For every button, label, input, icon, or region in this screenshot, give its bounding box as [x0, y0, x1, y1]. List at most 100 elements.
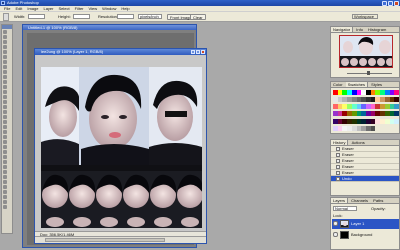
- tool-icon[interactable]: [3, 205, 7, 209]
- swatch[interactable]: [370, 125, 376, 131]
- tool-icon[interactable]: [3, 75, 7, 79]
- height-label: Height:: [58, 14, 71, 19]
- tab-layers[interactable]: Layers: [331, 198, 349, 203]
- window-title: Adobe Photoshop: [7, 0, 39, 5]
- doc-close-button[interactable]: [201, 50, 205, 54]
- tool-icon[interactable]: [3, 155, 7, 159]
- tool-icon[interactable]: [3, 150, 7, 154]
- tab-channels[interactable]: Channels: [349, 198, 370, 203]
- document-canvas-area[interactable]: [36, 55, 205, 231]
- menu-window[interactable]: Window: [102, 6, 116, 11]
- tab-paths[interactable]: Paths: [371, 198, 385, 203]
- tool-icon[interactable]: [3, 30, 7, 34]
- tool-icon[interactable]: [3, 170, 7, 174]
- tool-icon[interactable]: [3, 80, 7, 84]
- swatch[interactable]: [394, 97, 399, 103]
- tool-icon[interactable]: [3, 95, 7, 99]
- menu-image[interactable]: Image: [27, 6, 38, 11]
- menu-file[interactable]: File: [4, 6, 10, 11]
- units-select[interactable]: pixels/inch: [138, 14, 162, 19]
- tool-icon[interactable]: [3, 85, 7, 89]
- tool-icon[interactable]: [3, 140, 7, 144]
- photoshop-logo-icon: [1, 1, 5, 5]
- menu-view[interactable]: View: [89, 6, 98, 11]
- tool-icon[interactable]: [3, 110, 7, 114]
- options-bar: Width: Height: Resolution: pixels/inch F…: [0, 12, 400, 22]
- menu-edit[interactable]: Edit: [15, 6, 22, 11]
- tool-icon[interactable]: [3, 45, 7, 49]
- minimize-button[interactable]: [382, 0, 387, 6]
- menu-help[interactable]: Help: [121, 6, 129, 11]
- eye-icon[interactable]: [333, 221, 338, 226]
- menu-filter[interactable]: Filter: [75, 6, 84, 11]
- swatch[interactable]: [394, 104, 399, 110]
- horizontal-scrollbar[interactable]: [35, 236, 206, 243]
- tab-navigator[interactable]: Navigator: [331, 27, 354, 32]
- tool-icon[interactable]: [3, 35, 7, 39]
- tool-icon[interactable]: [3, 165, 7, 169]
- tool-icon[interactable]: [3, 70, 7, 74]
- workspace-button[interactable]: Workspace: [352, 14, 378, 19]
- layer-name: Background: [351, 232, 373, 237]
- zoom-slider[interactable]: [333, 71, 399, 76]
- swatch[interactable]: [394, 118, 399, 124]
- tool-icon[interactable]: [3, 90, 7, 94]
- zoom-slider-knob[interactable]: [367, 71, 370, 75]
- swatch[interactable]: [394, 111, 399, 117]
- tool-icon[interactable]: [3, 180, 7, 184]
- width-input[interactable]: [28, 14, 45, 19]
- doc-maximize-button[interactable]: [196, 50, 200, 54]
- menu-layer[interactable]: Layer: [43, 6, 53, 11]
- tool-icon[interactable]: [3, 60, 7, 64]
- tool-icon[interactable]: [3, 125, 7, 129]
- history-state-active[interactable]: Undo: [331, 176, 399, 182]
- menu-select[interactable]: Select: [59, 6, 70, 11]
- document-title-text: lee2ung @ 100% (Layer 1, RGB/8): [41, 49, 104, 54]
- maximize-button[interactable]: [388, 0, 393, 6]
- collage-image[interactable]: [41, 67, 202, 228]
- tool-icon[interactable]: [3, 50, 7, 54]
- tool-icon[interactable]: [3, 195, 7, 199]
- tool-icon[interactable]: [3, 145, 7, 149]
- tool-icon[interactable]: [3, 190, 7, 194]
- clear-button[interactable]: Clear: [190, 14, 206, 20]
- tool-icon[interactable]: [3, 175, 7, 179]
- eraser-icon: [336, 165, 340, 169]
- scrollbar-thumb[interactable]: [45, 238, 165, 242]
- eye-icon[interactable]: [333, 232, 338, 237]
- tool-icon[interactable]: [3, 120, 7, 124]
- eraser-icon: [336, 171, 340, 175]
- layer-row-background[interactable]: Background: [332, 230, 399, 240]
- tool-icon[interactable]: [3, 135, 7, 139]
- tool-icon[interactable]: [3, 40, 7, 44]
- resolution-label: Resolution:: [98, 14, 119, 19]
- navigator-thumbnail[interactable]: [339, 35, 393, 68]
- document-title: Untitled-1 @ 100% (RGB/8): [23, 25, 196, 30]
- tool-icon[interactable]: [3, 115, 7, 119]
- swatches-panel: Color Swatches Styles: [330, 81, 400, 134]
- tab-info[interactable]: Info: [354, 27, 365, 32]
- tool-icon[interactable]: [3, 185, 7, 189]
- resolution-input[interactable]: [117, 14, 134, 19]
- tab-styles[interactable]: Styles: [369, 82, 384, 87]
- tool-icon[interactable]: [3, 130, 7, 134]
- crop-tool-icon[interactable]: [3, 13, 9, 21]
- tools-panel: [1, 24, 13, 234]
- blend-mode-select[interactable]: Normal: [333, 206, 357, 211]
- tool-icon[interactable]: [3, 160, 7, 164]
- tab-color[interactable]: Color: [331, 82, 345, 87]
- undo-icon: [336, 177, 340, 181]
- tool-icon[interactable]: [3, 100, 7, 104]
- tab-swatches[interactable]: Swatches: [345, 82, 369, 87]
- tool-icon[interactable]: [3, 55, 7, 59]
- eraser-icon: [336, 147, 340, 151]
- layer-row-layer-1[interactable]: Layer 1: [332, 219, 399, 229]
- height-input[interactable]: [73, 14, 90, 19]
- tool-icon[interactable]: [3, 200, 7, 204]
- tab-histogram[interactable]: Histogram: [366, 27, 388, 32]
- tool-icon[interactable]: [3, 105, 7, 109]
- doc-minimize-button[interactable]: [191, 50, 195, 54]
- tool-icon[interactable]: [3, 65, 7, 69]
- close-button[interactable]: [394, 0, 399, 6]
- swatch[interactable]: [394, 90, 399, 95]
